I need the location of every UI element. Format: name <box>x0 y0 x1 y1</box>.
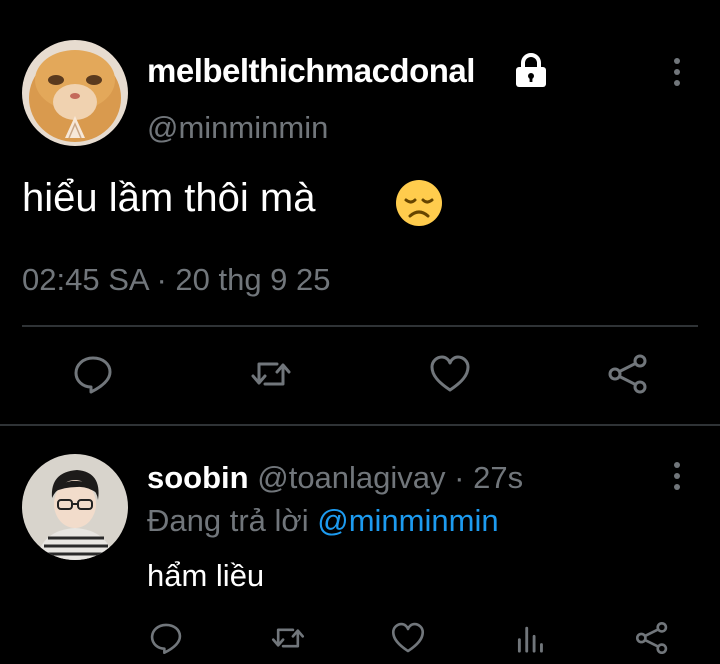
disappointed-face-icon <box>394 178 444 228</box>
reply-time: · 27s <box>454 460 524 495</box>
main-tweet: melbelthichmacdonal @minminmin hiểu lầm … <box>0 0 720 426</box>
like-icon[interactable] <box>428 352 472 396</box>
share-icon[interactable] <box>634 620 670 656</box>
reply-avatar[interactable] <box>22 454 128 560</box>
mention-link[interactable]: @minminmin <box>317 503 498 538</box>
views-icon[interactable] <box>512 620 548 656</box>
retweet-icon[interactable] <box>249 352 293 396</box>
reply-text: hẩm liều <box>147 558 265 593</box>
handle[interactable]: @minminmin <box>147 110 328 146</box>
replying-to: Đang trả lời @minminmin <box>147 503 499 539</box>
lock-icon <box>512 52 550 88</box>
divider <box>0 424 720 426</box>
divider <box>22 325 698 327</box>
share-icon[interactable] <box>606 352 650 396</box>
replying-prefix: Đang trả lời <box>147 503 309 538</box>
timestamp[interactable]: 02:45 SA · 20 thg 9 25 <box>22 262 331 298</box>
like-icon[interactable] <box>390 620 426 656</box>
reply-handle[interactable]: @toanlagivay <box>257 460 445 495</box>
reply-more-options-icon[interactable] <box>671 460 683 492</box>
reply-icon[interactable] <box>148 620 184 656</box>
reply-header: soobin @toanlagivay · 27s <box>147 460 523 496</box>
reply-display-name[interactable]: soobin <box>147 460 249 495</box>
display-name[interactable]: melbelthichmacdonal <box>147 52 475 90</box>
reply-icon[interactable] <box>71 352 115 396</box>
avatar[interactable] <box>22 40 128 146</box>
tweet-text: hiểu lầm thôi mà <box>22 176 316 220</box>
more-options-icon[interactable] <box>671 56 683 88</box>
retweet-icon[interactable] <box>270 620 306 656</box>
